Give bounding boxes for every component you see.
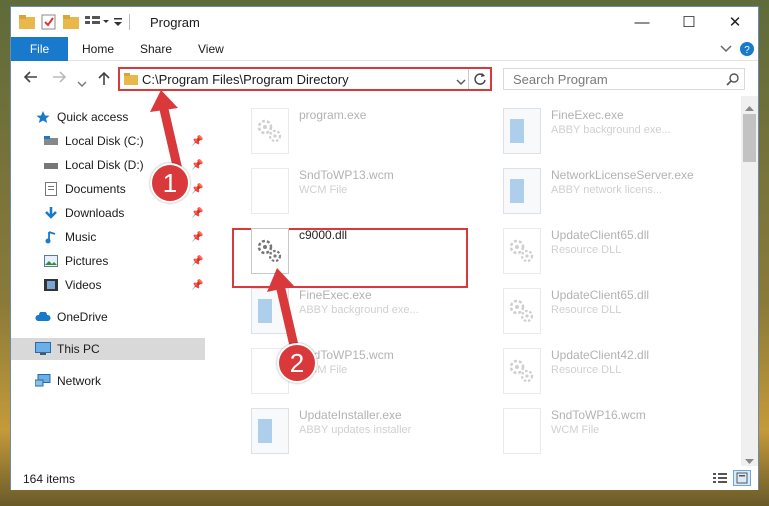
callout-arrows [150,90,300,355]
step-1-badge: 1 [150,163,190,203]
step-2-badge: 2 [277,343,317,383]
